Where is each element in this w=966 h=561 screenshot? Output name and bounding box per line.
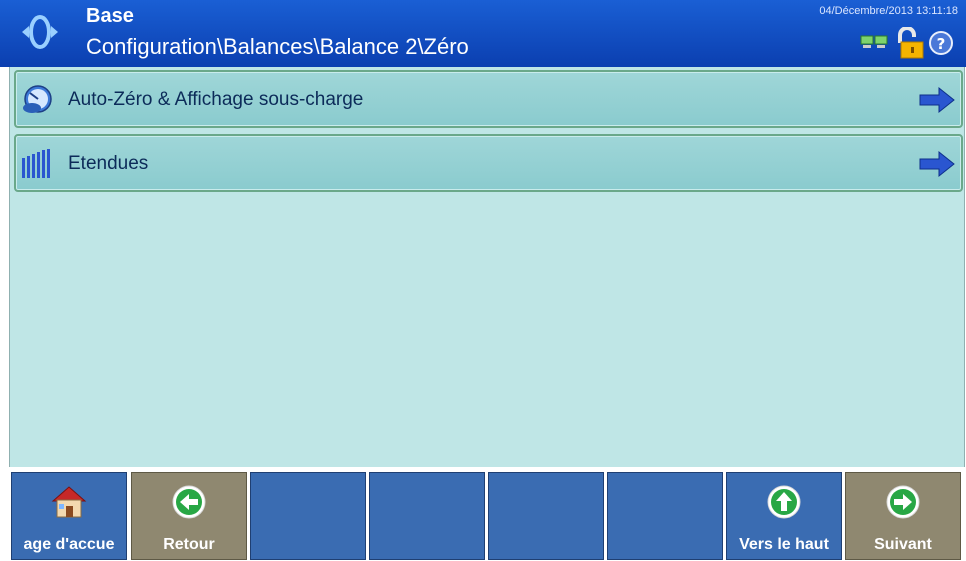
softkey-empty-2[interactable] [369, 472, 485, 560]
svg-text:?: ? [937, 35, 946, 53]
network-icon [860, 35, 888, 48]
home-icon [51, 486, 87, 518]
softkey-bar: age d'accue Retour Vers le haut Suivant [0, 467, 966, 561]
softkey-empty-4[interactable] [607, 472, 723, 560]
menu-item-auto-zero[interactable]: Auto-Zéro & Affichage sous-charge [14, 70, 963, 128]
softkey-label: Suivant [874, 536, 932, 553]
arrow-right-icon [919, 150, 955, 178]
back-softkey[interactable]: Retour [131, 472, 247, 560]
status-icons: ? [860, 26, 954, 60]
softkey-empty-3[interactable] [488, 472, 604, 560]
up-softkey[interactable]: Vers le haut [726, 472, 842, 560]
arrow-up-icon [767, 485, 801, 519]
zero-logo-icon [22, 15, 58, 49]
help-icon[interactable]: ? [928, 30, 954, 56]
datetime: 04/Décembre/2013 13:11:18 [819, 5, 958, 17]
home-softkey[interactable]: age d'accue [11, 472, 127, 560]
breadcrumb: Configuration\Balances\Balance 2\Zéro [86, 34, 469, 59]
title-bar: Base Configuration\Balances\Balance 2\Zé… [0, 0, 966, 67]
softkey-label: Retour [163, 536, 215, 553]
zero-gauge-icon [23, 85, 52, 113]
menu-item-ranges[interactable]: Etendues [14, 134, 963, 192]
arrow-right-icon [886, 485, 920, 519]
next-softkey[interactable]: Suivant [845, 472, 961, 560]
arrow-right-icon [919, 86, 955, 114]
menu-item-label: Auto-Zéro & Affichage sous-charge [68, 89, 364, 110]
page-title: Base [86, 5, 134, 27]
softkey-label: Vers le haut [739, 536, 829, 553]
arrow-left-icon [172, 485, 206, 519]
ranges-icon [22, 149, 50, 178]
menu-item-label: Etendues [68, 153, 149, 174]
menu-list: Auto-Zéro & Affichage sous-charge Etendu… [9, 67, 965, 467]
softkey-empty-1[interactable] [250, 472, 366, 560]
lock-open-icon [898, 27, 924, 59]
softkey-label: age d'accue [23, 536, 115, 553]
